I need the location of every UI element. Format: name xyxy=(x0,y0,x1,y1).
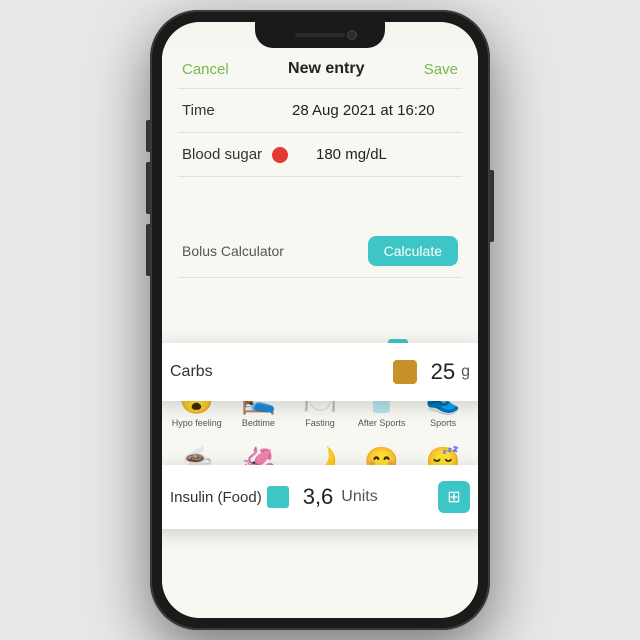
app-content: Cancel New entry Save Time 28 Aug 2021 a… xyxy=(162,48,478,618)
after-sports-label: After Sports xyxy=(358,418,406,428)
power-button xyxy=(490,170,494,242)
insulin-food-card[interactable]: Insulin (Food) 3,6 Units ⊞ xyxy=(162,465,478,529)
save-button[interactable]: Save xyxy=(424,61,458,78)
volume-down-button xyxy=(146,224,150,276)
volume-up-button xyxy=(146,162,150,214)
camera xyxy=(347,30,357,40)
carbs-card[interactable]: Carbs 25 g xyxy=(162,343,478,401)
insulin-food-value: 3,6 xyxy=(303,484,334,510)
insulin-food-label: Insulin (Food) xyxy=(170,489,267,506)
sports-label: Sports xyxy=(430,418,456,428)
bolus-divider xyxy=(178,277,462,278)
header-bar: Cancel New entry Save xyxy=(162,48,478,88)
volume-mute-button xyxy=(146,120,150,152)
blood-sugar-indicator xyxy=(272,147,288,163)
phone-container: Cancel New entry Save Time 28 Aug 2021 a… xyxy=(150,10,490,630)
notch xyxy=(255,22,385,48)
page-title: New entry xyxy=(288,60,364,78)
insulin-food-unit: Units xyxy=(341,488,438,506)
blood-sugar-label: Blood sugar xyxy=(182,146,272,163)
time-value: 28 Aug 2021 at 16:20 xyxy=(292,102,435,119)
insulin-food-color-indicator xyxy=(267,486,289,508)
bedtime-label: Bedtime xyxy=(242,418,275,428)
hypo-feeling-label: Hypo feeling xyxy=(172,418,222,428)
bolus-calculator-row: Bolus Calculator Calculate xyxy=(162,225,478,277)
carbs-label: Carbs xyxy=(170,363,393,381)
blood-sugar-divider xyxy=(178,176,462,177)
cancel-button[interactable]: Cancel xyxy=(182,61,229,78)
screen: Cancel New entry Save Time 28 Aug 2021 a… xyxy=(162,22,478,618)
carbs-unit: g xyxy=(461,363,470,381)
carbs-value: 25 xyxy=(431,359,455,385)
carbs-color-indicator xyxy=(393,360,417,384)
calculate-button[interactable]: Calculate xyxy=(368,236,458,266)
blood-sugar-value: 180 mg/dL xyxy=(316,146,387,163)
speaker xyxy=(295,33,345,37)
time-label: Time xyxy=(182,102,272,119)
fasting-label: Fasting xyxy=(305,418,335,428)
blood-sugar-row: Blood sugar 180 mg/dL xyxy=(162,133,478,176)
time-row: Time 28 Aug 2021 at 16:20 xyxy=(162,89,478,132)
bolus-calculator-label: Bolus Calculator xyxy=(182,243,284,259)
calculator-icon[interactable]: ⊞ xyxy=(438,481,470,513)
